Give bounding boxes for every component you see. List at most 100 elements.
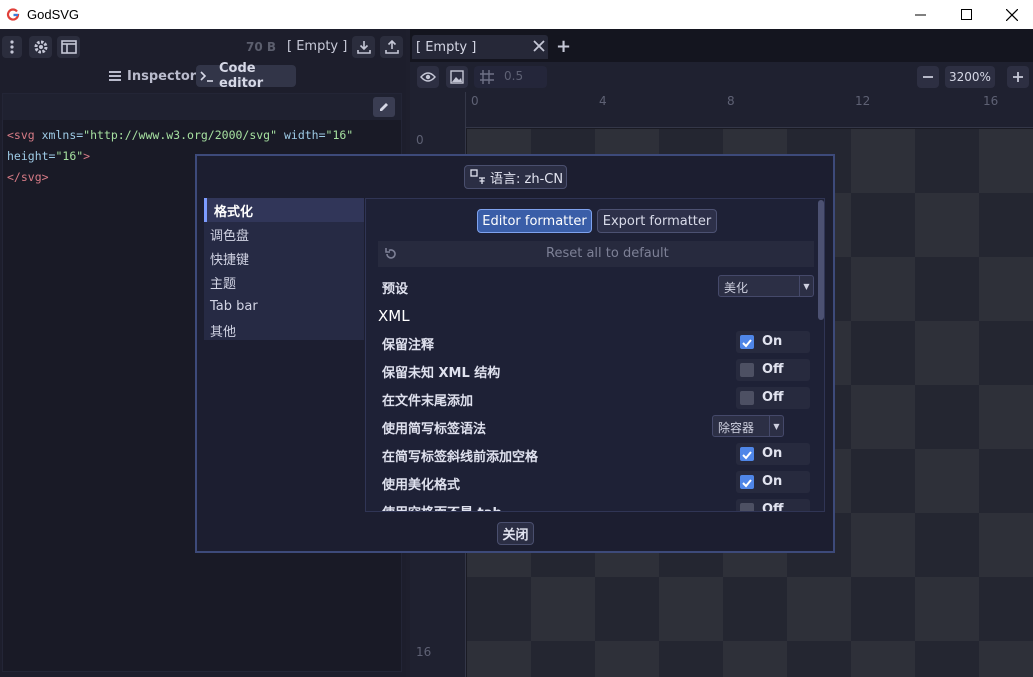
code-token: height= (7, 149, 56, 163)
preset-select[interactable]: 美化 ▼ (718, 275, 814, 297)
snap-field[interactable]: 0.5 (474, 66, 547, 88)
checker-cell (851, 513, 915, 577)
setting-toggle[interactable]: On (736, 471, 810, 493)
checker-cell (851, 641, 915, 677)
setting-toggle[interactable]: On (736, 443, 810, 465)
section-heading-xml: XML (378, 307, 410, 325)
checker-cell (979, 513, 1033, 577)
upload-icon (384, 40, 399, 54)
checker-cell (467, 641, 531, 677)
setting-label: 保留未知 XML 结构 (382, 366, 501, 381)
select-value: 美化 (724, 281, 749, 295)
toggle-value: On (762, 474, 783, 489)
terminal-icon (199, 69, 215, 83)
checker-cell (723, 577, 787, 641)
nav-label: 其他 (210, 324, 237, 340)
zoom-out-button[interactable] (917, 66, 939, 88)
list-icon (108, 69, 122, 83)
nav-item-tab-bar[interactable]: Tab bar (204, 294, 364, 318)
checker-cell (915, 641, 979, 677)
nav-item-palette[interactable]: 调色盘 (204, 222, 364, 246)
checker-cell (595, 577, 659, 641)
nav-label: 格式化 (214, 204, 254, 220)
setting-label: 预设 (382, 282, 409, 297)
visibility-button[interactable] (417, 66, 439, 88)
more-menu-button[interactable] (2, 36, 22, 58)
setting-toggle[interactable]: Off (736, 387, 810, 409)
code-token: "16" (55, 149, 84, 163)
setting-toggle[interactable]: Off (736, 499, 810, 512)
view-toolbar: 0.5 3200% (410, 62, 1033, 92)
ruler-tick: 4 (599, 94, 607, 108)
language-button[interactable]: 语言: zh-CN (464, 165, 567, 189)
translate-icon (470, 169, 486, 185)
pencil-icon (378, 101, 390, 113)
checker-cell (787, 577, 851, 641)
tab-code-editor[interactable]: Code editor (196, 61, 296, 91)
zoom-in-button[interactable] (1007, 66, 1029, 88)
checkbox-checked-icon (740, 475, 754, 489)
chevron-down-icon: ▼ (799, 276, 813, 296)
nav-item-other[interactable]: 其他 (204, 318, 364, 342)
close-dialog-button[interactable]: 关闭 (497, 522, 534, 545)
edit-button[interactable] (373, 97, 395, 117)
close-tab-icon[interactable] (532, 39, 546, 57)
checker-cell (851, 129, 915, 193)
import-button[interactable] (352, 36, 375, 58)
checker-cell (851, 193, 915, 257)
setting-toggle[interactable]: On (736, 331, 810, 353)
nav-item-theme[interactable]: 主题 (204, 270, 364, 294)
document-tab[interactable]: [ Empty ] (412, 35, 548, 59)
file-name-button[interactable]: [ Empty ] (287, 39, 347, 54)
settings-button[interactable] (29, 36, 52, 58)
code-token: width= (277, 128, 326, 142)
chevron-down-icon: ▼ (769, 416, 783, 436)
editor-formatter-tab[interactable]: Editor formatter (477, 209, 592, 233)
settings-nav: 格式化 调色盘 快捷键 主题 Tab bar 其他 (204, 198, 364, 340)
toggle-value: Off (762, 502, 784, 512)
maximize-button[interactable] (943, 0, 989, 29)
checker-cell (915, 385, 979, 449)
tab-code-editor-label: Code editor (219, 61, 264, 91)
window-title: GodSVG (27, 7, 80, 22)
export-formatter-tab[interactable]: Export formatter (597, 209, 717, 233)
nav-item-formatting[interactable]: 格式化 (204, 198, 364, 222)
checker-cell (915, 577, 979, 641)
ruler-tick: 0 (471, 94, 479, 108)
minimize-button[interactable] (897, 0, 943, 29)
checker-cell (915, 193, 979, 257)
image-icon (450, 70, 464, 84)
nav-label: 快捷键 (210, 252, 250, 268)
checker-cell (979, 385, 1033, 449)
setting-label: 在简写标签斜线前添加空格 (382, 450, 539, 465)
code-token: "http://www.w3.org/2000/svg" (83, 128, 278, 142)
settings-scrollbar[interactable] (818, 200, 824, 320)
snap-value: 0.5 (504, 69, 524, 83)
tab-inspector[interactable]: Inspector (108, 65, 196, 87)
zoom-level[interactable]: 3200% (945, 66, 995, 88)
layout-button[interactable] (57, 36, 80, 58)
setting-toggle[interactable]: Off (736, 359, 810, 381)
ruler-tick: 0 (416, 133, 424, 147)
reset-all-button[interactable]: Reset all to default (378, 241, 814, 267)
nav-item-shortcuts[interactable]: 快捷键 (204, 246, 364, 270)
checker-cell (979, 449, 1033, 513)
ruler-tick: 16 (416, 645, 432, 659)
toggle-value: Off (762, 362, 784, 377)
checker-cell (851, 321, 915, 385)
code-token: > (83, 149, 91, 163)
file-size-label: 70 B (246, 40, 277, 54)
ruler-tick: 16 (983, 94, 999, 108)
reference-image-button[interactable] (446, 66, 468, 88)
checker-cell (851, 449, 915, 513)
code-token: </ (7, 170, 21, 184)
close-window-button[interactable] (989, 0, 1033, 29)
setting-row: 使用空格而不是 tab Off (378, 497, 814, 512)
new-tab-button[interactable]: + (556, 36, 571, 57)
export-button[interactable] (380, 36, 403, 58)
toggle-value: On (762, 446, 783, 461)
shorthand-select[interactable]: 除容器 ▼ (712, 415, 784, 437)
toggle-value: On (762, 334, 783, 349)
reset-icon (384, 247, 398, 261)
checker-cell (915, 129, 979, 193)
